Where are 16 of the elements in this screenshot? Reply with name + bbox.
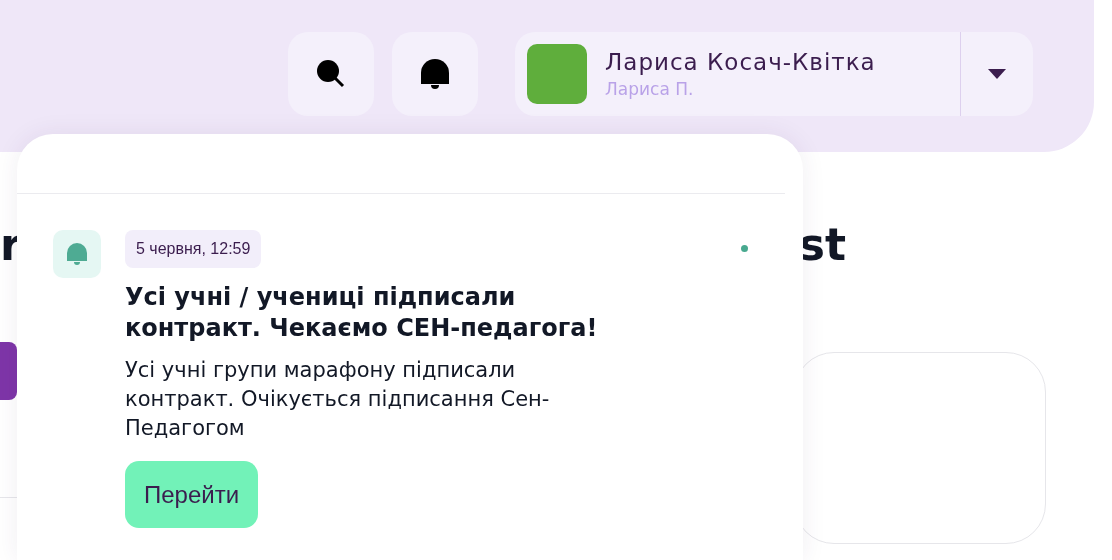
go-button[interactable]: Перейти [125,461,259,528]
notifications-button[interactable] [392,32,478,116]
notification-date: 5 червня, 12:59 [125,230,262,268]
user-name: Лариса Косач-Квітка [605,49,877,75]
user-menu[interactable]: Лариса Косач-Квітка Лариса П. [515,32,1033,116]
avatar-photo-placeholder [527,44,587,104]
page-heading-fragment: st [798,220,846,270]
notification-title: Усі учні / учениці підписали контракт. Чекаємо СЕН-педагога! [125,282,599,344]
user-short-name: Лариса П. [605,79,695,99]
notification-text: Усі учні групи марафону підписали контракт. Очікується підписання Сен-Педагогом [125,357,551,442]
search-button[interactable] [288,32,374,116]
button-background [0,342,17,400]
caret-icon [988,69,1006,79]
bell-icon [420,58,450,90]
bell-icon [67,243,87,265]
search-icon [315,58,347,90]
